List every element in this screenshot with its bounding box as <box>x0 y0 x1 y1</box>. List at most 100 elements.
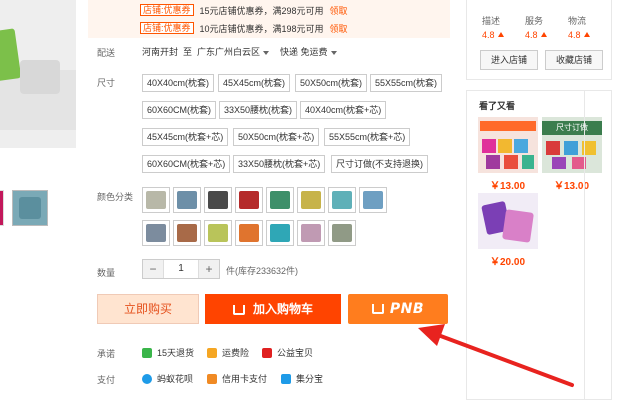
ship-from: 河南开封 <box>142 47 179 57</box>
color-swatch[interactable] <box>204 220 232 246</box>
quantity-label: 数量 <box>97 268 116 278</box>
size-option[interactable]: 50X50cm(枕套+芯) <box>233 128 320 146</box>
color-swatch[interactable] <box>297 220 325 246</box>
ship-to-word: 至 <box>183 47 193 57</box>
size-option[interactable]: 45X45cm(枕套+芯) <box>142 128 229 146</box>
increment-button[interactable]: + <box>199 260 219 278</box>
promise-item[interactable]: 公益宝贝 <box>262 346 313 359</box>
swatch-fill <box>239 224 259 242</box>
image-banner <box>480 121 536 131</box>
color-swatch[interactable] <box>297 187 325 213</box>
score-name: 物流 <box>568 16 587 26</box>
also-viewed-price: ￥13.00 <box>490 181 526 192</box>
color-swatch[interactable] <box>142 220 170 246</box>
color-label: 颜色分类 <box>97 192 134 202</box>
score-name: 服务 <box>525 16 544 26</box>
color-swatch[interactable] <box>204 187 232 213</box>
coupon-tag: 店铺:优惠券 <box>140 22 194 34</box>
huabei-icon <box>142 373 152 384</box>
decrement-button[interactable]: − <box>143 260 163 278</box>
color-swatch[interactable] <box>328 187 356 213</box>
promise-item[interactable]: 15天退货 <box>142 346 194 359</box>
thumbnail-red[interactable] <box>0 190 4 226</box>
jifenbao-icon <box>281 373 291 384</box>
swatch-fill <box>208 224 228 242</box>
favorite-shop-button[interactable]: 收藏店铺 <box>545 50 603 70</box>
shipping-text: 快递 免运费 <box>280 47 328 57</box>
payment-text: 蚂蚁花呗 <box>157 374 194 384</box>
promise-text: 运费险 <box>222 348 250 358</box>
pnb-cart-button[interactable]: PNB <box>348 294 448 324</box>
color-swatch[interactable] <box>235 220 263 246</box>
thumbnail-teal[interactable] <box>12 190 48 226</box>
swatch-fill <box>332 224 352 242</box>
ship-to-select[interactable]: 广东广州白云区 <box>197 45 270 58</box>
payment-item[interactable]: 集分宝 <box>281 372 323 385</box>
promise-item[interactable]: 运费险 <box>207 346 249 359</box>
coupon-claim-link[interactable]: 领取 <box>330 4 348 17</box>
swatch-fill <box>301 224 321 242</box>
credit-card-icon <box>207 373 217 384</box>
color-swatch[interactable] <box>359 187 387 213</box>
pillow-graphic <box>486 155 500 169</box>
color-swatch[interactable] <box>173 187 201 213</box>
swatch-fill <box>177 191 197 209</box>
size-label: 尺寸 <box>97 78 116 88</box>
size-option[interactable]: 55X55cm(枕套) <box>370 74 443 92</box>
add-to-cart-button[interactable]: 加入购物车 <box>205 294 341 324</box>
add-to-cart-label: 加入购物车 <box>252 302 313 316</box>
color-swatch[interactable] <box>235 187 263 213</box>
size-option[interactable]: 60X60CM(枕套+芯) <box>142 155 231 173</box>
cart-icon <box>232 304 245 315</box>
size-option[interactable]: 40X40cm(枕套) <box>142 74 215 92</box>
swatch-fill <box>270 224 290 242</box>
size-option[interactable]: 55X55cm(枕套+芯) <box>324 128 411 146</box>
shop-panel: 描述 服务 物流 4.8 4.8 4.8 进入店铺 收藏店铺 <box>466 0 612 80</box>
divider <box>584 90 585 400</box>
coupon-desc: 15元店铺优惠券，满298元可用 <box>199 5 324 16</box>
coupon-claim-link[interactable]: 领取 <box>330 22 348 35</box>
coupon-line: 店铺:优惠券 10元店铺优惠券，满198元可用 领取 <box>140 21 348 35</box>
swatch-fill <box>270 191 290 209</box>
size-option[interactable]: 尺寸订做(不支持退换) <box>331 155 428 173</box>
coupon-line: 店铺:优惠券 15元店铺优惠券，满298元可用 领取 <box>140 3 348 17</box>
size-option[interactable]: 50X50cm(枕套) <box>295 74 368 92</box>
pillow-graphic <box>552 157 566 169</box>
also-viewed-image[interactable]: 尺寸订做 <box>542 117 602 173</box>
buy-now-button[interactable]: 立即购买 <box>97 294 199 324</box>
product-main-image[interactable] <box>0 0 76 148</box>
pnb-logo: PNB <box>389 301 425 317</box>
promise-text: 15天退货 <box>157 348 195 358</box>
color-swatch[interactable] <box>266 220 294 246</box>
also-viewed-image[interactable] <box>478 193 538 249</box>
color-swatch[interactable] <box>142 187 170 213</box>
promise-text: 公益宝贝 <box>277 348 314 358</box>
payment-text: 信用卡支付 <box>222 374 268 384</box>
quantity-input[interactable]: 1 <box>163 260 199 278</box>
swatch-fill <box>208 191 228 209</box>
coupon-tag: 店铺:优惠券 <box>140 4 194 16</box>
green-pillow-graphic <box>0 28 22 82</box>
size-option[interactable]: 33X50腰枕(枕套) <box>219 101 298 119</box>
pillow-graphic <box>546 141 560 155</box>
payment-item[interactable]: 蚂蚁花呗 <box>142 372 193 385</box>
color-swatch[interactable] <box>173 220 201 246</box>
enter-shop-button[interactable]: 进入店铺 <box>480 50 538 70</box>
size-option[interactable]: 33X50腰枕(枕套+芯) <box>233 155 326 173</box>
color-swatch[interactable] <box>328 220 356 246</box>
pillow-graphic <box>564 141 578 155</box>
insurance-icon <box>207 347 217 358</box>
shipping-select[interactable]: 快递 免运费 <box>280 45 337 58</box>
color-swatch[interactable] <box>266 187 294 213</box>
pillow-graphic <box>504 155 518 169</box>
size-option[interactable]: 45X45cm(枕套) <box>218 74 291 92</box>
promise-label: 承诺 <box>97 349 116 359</box>
also-viewed-image[interactable] <box>478 117 538 173</box>
size-option[interactable]: 40X40cm(枕套+芯) <box>300 101 387 119</box>
score-name: 描述 <box>482 16 501 26</box>
size-option[interactable]: 60X60CM(枕套) <box>142 101 217 119</box>
payment-item[interactable]: 信用卡支付 <box>207 372 267 385</box>
pillow-graphic <box>514 139 528 153</box>
payment-label: 支付 <box>97 375 116 385</box>
payment-text: 集分宝 <box>296 374 324 384</box>
